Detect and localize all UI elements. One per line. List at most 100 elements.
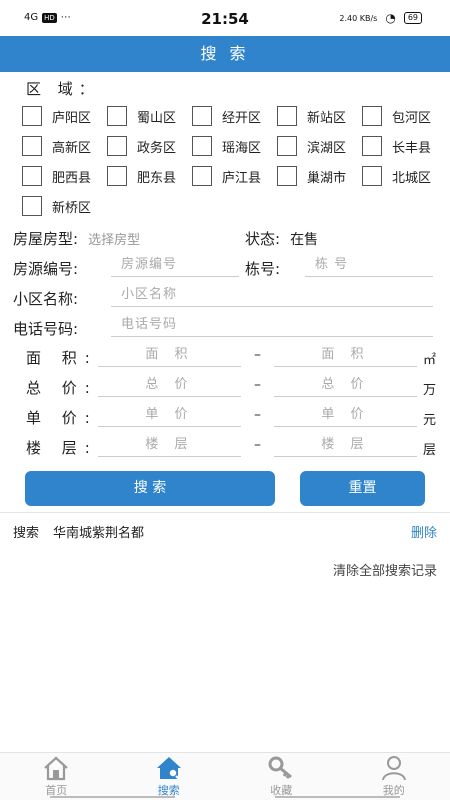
- range-max-input[interactable]: 楼 层: [274, 433, 417, 457]
- tab-search[interactable]: 搜索: [113, 753, 226, 800]
- building-label: 栋号:: [245, 260, 281, 278]
- district-checkbox[interactable]: [107, 166, 127, 186]
- reset-button[interactable]: 重置: [300, 471, 425, 506]
- range-label: 面 积:: [26, 349, 98, 367]
- district-checkbox[interactable]: [277, 136, 297, 156]
- house-type-row: 房屋房型: 选择房型: [13, 228, 140, 249]
- delete-history-button[interactable]: 删除: [411, 522, 437, 541]
- house-type-label: 房屋房型:: [13, 230, 79, 248]
- clear-all-history-button[interactable]: 清除全部搜索记录: [333, 560, 437, 579]
- tab-home[interactable]: 首页: [0, 753, 113, 800]
- district-checkbox[interactable]: [192, 136, 212, 156]
- district-option[interactable]: 包河区: [362, 106, 431, 126]
- district-option[interactable]: 庐江县: [192, 166, 261, 186]
- district-option[interactable]: 瑶海区: [192, 136, 261, 156]
- district-checkbox[interactable]: [192, 166, 212, 186]
- range-min-input[interactable]: 面 积: [98, 343, 241, 367]
- district-option[interactable]: 肥西县: [22, 166, 91, 186]
- district-checkbox[interactable]: [362, 136, 382, 156]
- district-label: 肥东县: [137, 170, 177, 186]
- district-label: 经开区: [222, 110, 262, 126]
- district-option[interactable]: 肥东县: [107, 166, 176, 186]
- district-checkbox[interactable]: [107, 136, 127, 156]
- status-value[interactable]: 在售: [290, 229, 318, 249]
- district-label: 新桥区: [52, 200, 92, 216]
- range-unit: 万: [423, 383, 437, 398]
- district-label: 庐阳区: [52, 110, 92, 126]
- community-label: 小区名称:: [13, 290, 79, 308]
- phone-input[interactable]: 电话号码: [111, 313, 433, 337]
- community-input[interactable]: 小区名称: [111, 283, 433, 307]
- search-button[interactable]: 搜 索: [25, 471, 275, 506]
- history-keyword[interactable]: 华南城紫荆名都: [53, 526, 144, 541]
- district-option[interactable]: 巢湖市: [277, 166, 346, 186]
- range-unit: 元: [423, 413, 437, 428]
- district-checkbox[interactable]: [277, 106, 297, 126]
- battery-level: 69: [407, 13, 418, 22]
- phone-row: 电话号码:: [13, 318, 78, 339]
- range-min-input[interactable]: 总 价: [98, 373, 241, 397]
- district-checkbox[interactable]: [107, 106, 127, 126]
- district-checkbox[interactable]: [277, 166, 297, 186]
- district-checkbox[interactable]: [22, 106, 42, 126]
- page-title: 搜 索: [0, 36, 450, 72]
- district-option[interactable]: 蜀山区: [107, 106, 176, 126]
- district-checkbox[interactable]: [22, 196, 42, 216]
- tab-favorites[interactable]: 收藏: [225, 753, 338, 800]
- source-no-row: 房源编号:: [13, 258, 78, 279]
- phone-label: 电话号码:: [13, 320, 79, 338]
- range-dash: –: [254, 347, 261, 363]
- user-icon: [381, 756, 406, 781]
- status-right: 2.40 KB/s ◔ 69: [339, 11, 422, 25]
- source-no-input[interactable]: 房源编号: [111, 253, 239, 277]
- house-type-select[interactable]: 选择房型: [88, 229, 140, 248]
- range-min-input[interactable]: 楼 层: [98, 433, 241, 457]
- district-label: 高新区: [52, 140, 92, 156]
- status-bar: 4G HD ⋯ 21:54 2.40 KB/s ◔ 69: [0, 0, 450, 36]
- district-label: 庐江县: [222, 170, 262, 186]
- district-checkbox[interactable]: [22, 136, 42, 156]
- district-label: 北城区: [392, 170, 432, 186]
- district-option[interactable]: 经开区: [192, 106, 261, 126]
- building-input[interactable]: 栋 号: [305, 253, 433, 277]
- district-label: 滨湖区: [307, 140, 347, 156]
- range-min-input[interactable]: 单 价: [98, 403, 241, 427]
- gesture-bar: [275, 796, 400, 798]
- district-option[interactable]: 长丰县: [362, 136, 431, 156]
- range-unit: ㎡: [423, 353, 437, 368]
- divider: [0, 512, 450, 513]
- district-option[interactable]: 北城区: [362, 166, 431, 186]
- battery-icon: 69: [403, 12, 422, 24]
- district-option[interactable]: 滨湖区: [277, 136, 346, 156]
- district-label: 政务区: [137, 140, 177, 156]
- district-checkbox[interactable]: [362, 166, 382, 186]
- district-option[interactable]: 新站区: [277, 106, 346, 126]
- district-option[interactable]: 高新区: [22, 136, 91, 156]
- range-unit: 层: [423, 443, 437, 458]
- district-label: 包河区: [392, 110, 432, 126]
- district-label: 新站区: [307, 110, 347, 126]
- district-option[interactable]: 政务区: [107, 136, 176, 156]
- district-checkbox[interactable]: [362, 106, 382, 126]
- district-checkbox[interactable]: [192, 106, 212, 126]
- tab-profile[interactable]: 我的: [338, 753, 450, 800]
- history-label: 搜索: [13, 526, 40, 541]
- range-dash: –: [254, 377, 261, 393]
- wifi-icon: ◔: [385, 11, 396, 25]
- range-max-input[interactable]: 单 价: [274, 403, 417, 427]
- gesture-bar: [50, 796, 175, 798]
- range-dash: –: [254, 407, 261, 423]
- gesture-indicator: [0, 796, 450, 800]
- district-label: 瑶海区: [222, 140, 262, 156]
- bottom-tab-bar: 首页 搜索 收藏 我的: [0, 752, 450, 800]
- district-checkbox[interactable]: [22, 166, 42, 186]
- district-option[interactable]: 庐阳区: [22, 106, 91, 126]
- history-item[interactable]: 搜索 华南城紫荆名都: [13, 522, 144, 541]
- network-speed: 2.40 KB/s: [339, 13, 378, 23]
- range-dash: –: [254, 437, 261, 453]
- status-row: 状态: 在售: [245, 228, 318, 249]
- range-max-input[interactable]: 总 价: [274, 373, 417, 397]
- range-max-input[interactable]: 面 积: [274, 343, 417, 367]
- district-option[interactable]: 新桥区: [22, 196, 91, 216]
- community-row: 小区名称:: [13, 288, 78, 309]
